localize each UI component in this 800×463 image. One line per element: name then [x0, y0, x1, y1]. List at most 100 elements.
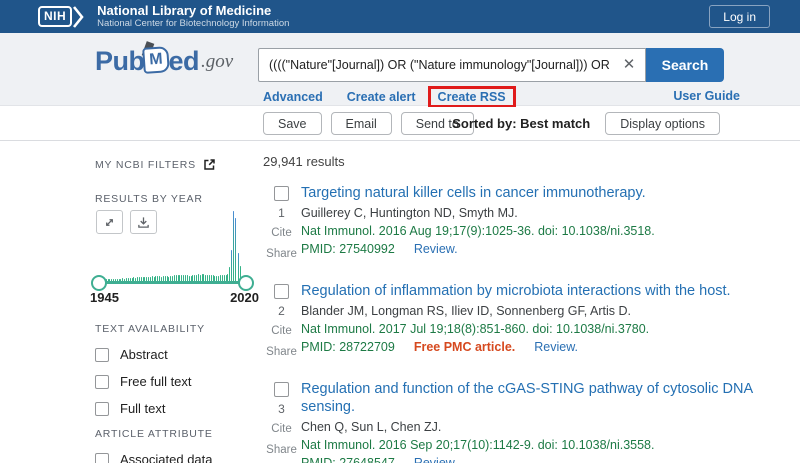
chart-bar [235, 218, 236, 281]
article-attribute-group: Associated data [95, 452, 263, 463]
search-button[interactable]: Search [646, 48, 724, 82]
filters-sidebar: MY NCBI FILTERS RESULTS BY YEAR 1945 202… [95, 141, 263, 463]
result-body: Targeting natural killer cells in cancer… [300, 184, 753, 269]
result-pmid: PMID: 27648547 [301, 456, 395, 463]
result-checkbox[interactable] [274, 382, 289, 397]
search-bar: ✕ Search [258, 48, 724, 82]
org-subtitle: National Center for Biotechnology Inform… [97, 18, 289, 30]
org-title: National Library of Medicine [97, 3, 289, 19]
share-button[interactable]: Share [266, 444, 297, 456]
pubmed-logo-pub: Pub [95, 48, 145, 75]
result-title-link[interactable]: Targeting natural killer cells in cancer… [301, 184, 753, 202]
result-body: Regulation of inflammation by microbiota… [300, 282, 753, 367]
search-input-wrap: ✕ [258, 48, 646, 82]
review-link[interactable]: Review. [534, 340, 578, 354]
result-citation: Nat Immunol. 2016 Sep 20;17(10):1142-9. … [301, 438, 753, 452]
download-icon [137, 216, 150, 229]
cite-button[interactable]: Cite [271, 227, 291, 239]
results-toolbar: Save Email Send to Sorted by: Best match… [0, 107, 800, 141]
chart-buttons [96, 210, 157, 234]
sorted-by-label[interactable]: Sorted by: Best match [452, 116, 590, 131]
result-checkbox[interactable] [274, 186, 289, 201]
my-ncbi-filters-link[interactable]: MY NCBI FILTERS [95, 158, 263, 171]
create-alert-link[interactable]: Create alert [347, 90, 416, 104]
result-item: 1 Cite Share Targeting natural killer ce… [263, 184, 753, 269]
org-titles: National Library of Medicine National Ce… [97, 3, 289, 30]
filter-free-full-text[interactable]: Free full text [95, 374, 263, 389]
book-m-letter: M [142, 46, 170, 74]
result-number: 1 [278, 206, 285, 220]
user-guide-link[interactable]: User Guide [673, 89, 740, 103]
text-availability-group: Abstract Free full text Full text [95, 347, 263, 416]
result-rail: 2 Cite Share [263, 282, 300, 367]
nih-logo[interactable]: NIH [38, 5, 85, 29]
result-number: 2 [278, 304, 285, 318]
create-rss-annotation: Create RSS [428, 86, 516, 108]
chart-bar [203, 274, 204, 281]
clear-search-icon[interactable]: ✕ [613, 48, 645, 82]
toolbar-sort: Sorted by: Best match Display options [452, 112, 720, 135]
nih-header-bar: NIH National Library of Medicine Nationa… [0, 0, 800, 33]
download-chart-button[interactable] [130, 210, 157, 234]
result-title-link[interactable]: Regulation and function of the cGAS-STIN… [301, 380, 753, 416]
results-column: 29,941 results 1 Cite Share Targeting na… [263, 141, 753, 463]
chart-bar [198, 274, 199, 281]
result-checkbox[interactable] [274, 284, 289, 299]
pubmed-search-results-page: NIH National Library of Medicine Nationa… [0, 0, 800, 463]
filter-full-text[interactable]: Full text [95, 401, 263, 416]
free-full-text-label: Free full text [120, 374, 192, 389]
save-button[interactable]: Save [263, 112, 322, 135]
search-input[interactable] [259, 58, 613, 72]
results-by-year-chart-container: 1945 2020 [95, 207, 252, 307]
result-citation: Nat Immunol. 2016 Aug 19;17(9):1025-36. … [301, 224, 753, 238]
cite-button[interactable]: Cite [271, 325, 291, 337]
share-button[interactable]: Share [266, 248, 297, 260]
advanced-link[interactable]: Advanced [263, 90, 323, 104]
external-link-icon [203, 158, 216, 171]
year-slider-handle-max[interactable] [238, 275, 254, 291]
create-rss-link[interactable]: Create RSS [438, 90, 506, 104]
results-count: 29,941 results [263, 154, 753, 169]
display-options-button[interactable]: Display options [605, 112, 720, 135]
expand-chart-button[interactable] [96, 210, 123, 234]
year-min-label: 1945 [90, 290, 119, 305]
search-section: Pub M ed .gov ✕ Search Advanced Create a… [0, 33, 800, 106]
nih-chevron-icon [72, 5, 85, 29]
result-pmid: PMID: 27540992 [301, 242, 395, 256]
full-text-label: Full text [120, 401, 166, 416]
pubmed-logo-gov: .gov [201, 51, 233, 75]
review-link[interactable]: Review. [414, 456, 458, 463]
text-availability-heading: TEXT AVAILABILITY [95, 323, 263, 335]
chart-bar [237, 239, 238, 281]
year-slider-handle-min[interactable] [91, 275, 107, 291]
result-meta-row: PMID: 27540992 Review. [301, 242, 753, 256]
free-full-text-checkbox[interactable] [95, 375, 109, 389]
nih-logo-box: NIH [38, 6, 72, 27]
chart-bar [227, 274, 228, 281]
result-authors: Guillerey C, Huntington ND, Smyth MJ. [301, 206, 753, 220]
login-button[interactable]: Log in [709, 5, 770, 28]
result-number: 3 [278, 402, 285, 416]
share-button[interactable]: Share [266, 346, 297, 358]
result-authors: Chen Q, Sun L, Chen ZJ. [301, 420, 753, 434]
chart-bar [233, 211, 234, 281]
filter-abstract[interactable]: Abstract [95, 347, 263, 362]
result-pmid: PMID: 28722709 [301, 340, 395, 354]
cite-button[interactable]: Cite [271, 423, 291, 435]
review-link[interactable]: Review. [414, 242, 458, 256]
toolbar-actions: Save Email Send to [263, 112, 474, 135]
result-item: 2 Cite Share Regulation of inflammation … [263, 282, 753, 367]
pubmed-logo[interactable]: Pub M ed .gov [95, 47, 233, 75]
email-button[interactable]: Email [331, 112, 392, 135]
chart-bar [229, 267, 230, 281]
pubmed-book-icon: M [143, 47, 169, 73]
full-text-checkbox[interactable] [95, 402, 109, 416]
result-meta-row: PMID: 28722709 Free PMC article. Review. [301, 340, 753, 354]
year-slider-track[interactable] [95, 281, 252, 284]
chart-bar [202, 274, 203, 281]
abstract-checkbox[interactable] [95, 348, 109, 362]
filter-associated-data[interactable]: Associated data [95, 452, 263, 463]
free-pmc-label: Free PMC article. [414, 340, 515, 354]
result-title-link[interactable]: Regulation of inflammation by microbiota… [301, 282, 753, 300]
associated-data-checkbox[interactable] [95, 453, 109, 463]
